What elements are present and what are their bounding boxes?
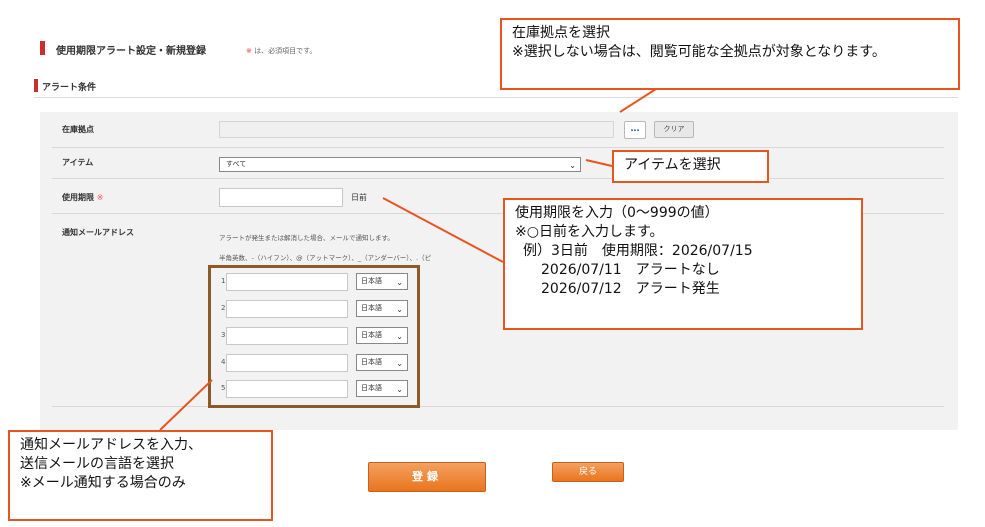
callout-line: ※○日前を入力します。 xyxy=(515,224,664,240)
callout-line: 2026/07/11 アラートなし xyxy=(541,262,720,278)
callout-line: アイテムを選択 xyxy=(624,157,721,173)
location-callout-line xyxy=(619,88,657,113)
item-callout: アイテムを選択 xyxy=(612,150,769,183)
callout-line: ※選択しない場合は、閲覧可能な全拠点が対象となります。 xyxy=(512,44,886,60)
callout-line: 通知メールアドレスを入力、 xyxy=(20,437,202,453)
expiry-callout-line xyxy=(382,197,504,263)
callout-line: ※メール通知する場合のみ xyxy=(20,475,186,491)
callout-line: 2026/07/12 アラート発生 xyxy=(541,281,720,297)
expiry-callout: 使用期限を入力（0～999の値） ※○日前を入力します。 例）3日前 使用期限：… xyxy=(503,198,863,330)
location-callout: 在庫拠点を選択 ※選択しない場合は、閲覧可能な全拠点が対象となります。 xyxy=(500,18,960,90)
email-callout: 通知メールアドレスを入力、 送信メールの言語を選択 ※メール通知する場合のみ xyxy=(8,430,273,521)
item-callout-line xyxy=(585,159,613,167)
callout-line: 送信メールの言語を選択 xyxy=(20,456,174,472)
callout-line: 例）3日前 使用期限：2026/07/15 xyxy=(523,243,753,259)
callout-line: 在庫拠点を選択 xyxy=(512,25,610,41)
callout-line: 使用期限を入力（0～999の値） xyxy=(515,205,719,221)
email-callout-line xyxy=(159,379,213,431)
